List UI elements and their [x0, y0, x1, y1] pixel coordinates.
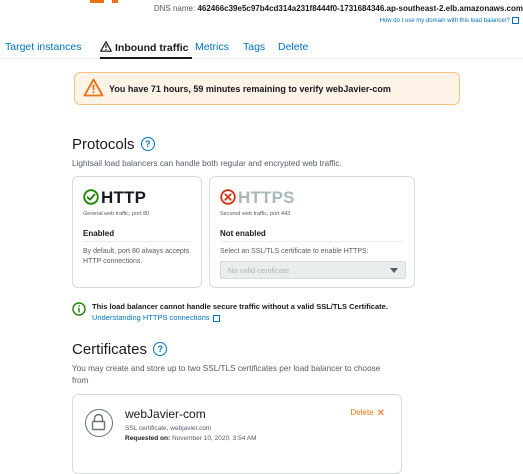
certificate-select-value: No valid certificate [228, 266, 290, 275]
dns-help-link-label: How do I use my domain with this load ba… [379, 18, 510, 25]
warning-icon [83, 78, 104, 97]
certificate-select[interactable]: No valid certificate [220, 261, 406, 279]
tab-target-instances[interactable]: Target instances [5, 41, 81, 53]
help-icon[interactable]: ? [140, 137, 155, 151]
tab-bar: Target instances Inbound traffic Metrics… [0, 32, 523, 59]
certificate-card: webJavier-com SSL certificate, webjavier… [72, 394, 402, 474]
dns-value: 462466c39e5c97b4cd314a231f8444f0-1731684… [197, 4, 523, 13]
lock-icon [91, 413, 106, 431]
divider [220, 241, 404, 242]
certificates-title: Certificates [72, 341, 148, 358]
https-subtitle: Secured web traffic, port 443 [220, 211, 291, 217]
delete-label: Delete [350, 408, 374, 417]
https-title-text: HTTPS [238, 188, 295, 207]
caret-down-icon [390, 268, 398, 273]
divider [83, 241, 191, 242]
protocols-title: Protocols [72, 136, 135, 153]
https-note: Select an SSL/TLS certificate to enable … [220, 248, 369, 255]
check-circle-icon [83, 189, 99, 205]
https-card: HTTPS Secured web traffic, port 443 Not … [209, 176, 415, 288]
tab-metrics[interactable]: Metrics [195, 41, 229, 53]
external-link-icon [512, 17, 519, 24]
http-card: HTTP General web traffic, port 80 Enable… [72, 176, 202, 288]
tab-label: Delete [278, 41, 309, 53]
certificates-description: You may create and store up to two SSL/T… [72, 364, 381, 385]
http-note: By default, port 80 always accepts HTTP … [83, 248, 190, 265]
tab-tags[interactable]: Tags [243, 41, 265, 53]
verification-banner: You have 71 hours, 59 minutes remaining … [74, 72, 460, 105]
tab-label: Tags [243, 41, 266, 53]
dns-help-link[interactable]: How do I use my domain with this load ba… [380, 17, 519, 24]
https-help-link[interactable]: Understanding HTTPS connections [92, 313, 220, 322]
close-icon: ✕ [376, 408, 385, 419]
info-icon [72, 302, 86, 316]
notice-text: This load balancer cannot handle secure … [92, 302, 388, 311]
top-accent-bar [112, 0, 118, 3]
dns-name: DNS name: 462466c39e5c97b4cd314a231f8444… [113, 4, 523, 13]
certificate-subtitle: SSL certificate, webjavier.com [125, 425, 212, 432]
https-help-link-label: Understanding HTTPS connections [92, 313, 210, 322]
dns-label: DNS name: [153, 4, 196, 13]
external-link-icon [212, 314, 220, 322]
certificates-heading: Certificates ? [72, 341, 168, 358]
requested-label: Requested on: [125, 435, 171, 442]
http-state: Enabled [83, 229, 115, 238]
tab-inbound-traffic[interactable]: Inbound traffic [100, 41, 189, 54]
tab-label: Inbound traffic [115, 42, 189, 54]
requested-value: November 10, 2020, 3:54 AM [171, 435, 257, 442]
http-title: HTTP [83, 188, 146, 208]
https-title: HTTPS [220, 188, 295, 208]
tab-label: Metrics [195, 41, 229, 53]
certificate-name: webJavier-com [125, 407, 206, 421]
tab-label: Target instances [5, 41, 82, 53]
certificate-requested: Requested on: November 10, 2020, 3:54 AM [125, 435, 257, 442]
protocols-description: Lightsail load balancers can handle both… [72, 159, 342, 168]
warning-icon [100, 41, 112, 52]
certificate-badge [85, 409, 113, 437]
top-accent-bar [90, 0, 104, 3]
http-subtitle: General web traffic, port 80 [83, 211, 150, 217]
active-tab-indicator [100, 57, 192, 59]
banner-message: You have 71 hours, 59 minutes remaining … [109, 84, 391, 94]
http-title-text: HTTP [101, 188, 147, 207]
x-circle-icon [220, 189, 236, 205]
tab-delete[interactable]: Delete [278, 41, 308, 53]
delete-certificate-button[interactable]: Delete ✕ [350, 408, 385, 419]
protocols-heading: Protocols ? [72, 136, 155, 153]
help-icon[interactable]: ? [153, 342, 168, 356]
https-state: Not enabled [220, 229, 266, 238]
